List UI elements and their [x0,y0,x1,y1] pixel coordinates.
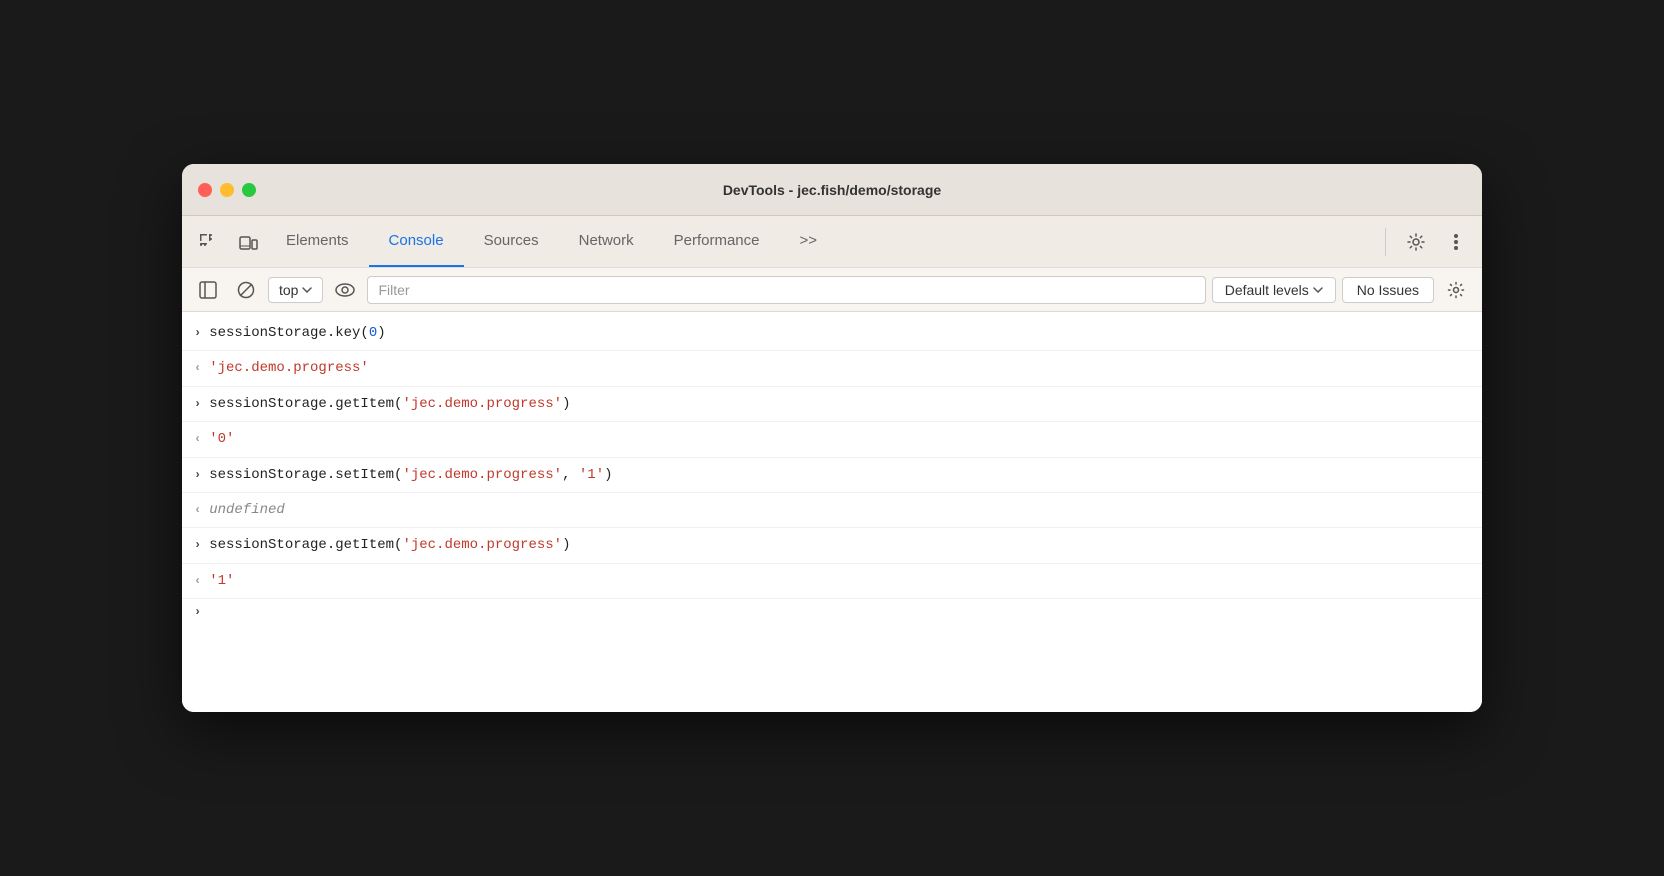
tab-console[interactable]: Console [369,216,464,267]
tab-elements[interactable]: Elements [266,216,369,267]
title-bar: DevTools - jec.fish/demo/storage [182,164,1482,216]
tab-more[interactable]: >> [780,216,838,267]
more-menu-button[interactable] [1438,224,1474,260]
tabs: Elements Console Sources Network Perform… [266,216,1377,267]
console-gear-icon [1447,281,1465,299]
sidebar-toggle-button[interactable] [192,274,224,306]
chevron-down-levels-icon [1313,287,1323,293]
device-mode-icon [238,232,258,252]
clear-icon [237,281,255,299]
filter-input[interactable] [367,276,1205,304]
window-title: DevTools - jec.fish/demo/storage [723,182,941,198]
eye-icon [335,283,355,297]
tab-performance[interactable]: Performance [654,216,780,267]
console-input-line[interactable]: › [182,599,1482,625]
console-line-5: › sessionStorage.setItem('jec.demo.progr… [182,458,1482,493]
settings-button[interactable] [1398,224,1434,260]
inspect-icon [198,232,218,252]
more-dots-icon [1454,233,1458,251]
traffic-lights [198,183,256,197]
arrow-left-4: ‹ [194,430,201,449]
console-line-7: › sessionStorage.getItem('jec.demo.progr… [182,528,1482,563]
arrow-right-7: › [194,536,201,555]
arrow-left-2: ‹ [194,359,201,378]
console-line-1: › sessionStorage.key(0) [182,316,1482,351]
context-label: top [279,282,298,298]
gear-icon [1406,232,1426,252]
tab-sources[interactable]: Sources [464,216,559,267]
console-line-6: ‹ undefined [182,493,1482,528]
inspect-element-button[interactable] [190,224,226,260]
arrow-left-8: ‹ [194,572,201,591]
console-output: › sessionStorage.key(0) ‹ 'jec.demo.prog… [182,312,1482,712]
tab-bar-left-icons [190,224,266,260]
context-selector[interactable]: top [268,277,323,303]
input-cursor: › [194,605,201,619]
arrow-right-5: › [194,466,201,485]
minimize-button[interactable] [220,183,234,197]
sidebar-icon [199,281,217,299]
devtools-window: DevTools - jec.fish/demo/storage [182,164,1482,712]
divider [1385,228,1386,256]
log-levels-selector[interactable]: Default levels [1212,277,1336,303]
arrow-left-6: ‹ [194,501,201,520]
arrow-right-3: › [194,395,201,414]
tab-bar-right-icons [1377,224,1474,260]
console-line-8: ‹ '1' [182,564,1482,599]
tab-network[interactable]: Network [559,216,654,267]
device-mode-button[interactable] [230,224,266,260]
tab-bar: Elements Console Sources Network Perform… [182,216,1482,268]
console-line-2: ‹ 'jec.demo.progress' [182,351,1482,386]
issues-button[interactable]: No Issues [1342,277,1434,303]
console-line-4: ‹ '0' [182,422,1482,457]
console-toolbar: top Default levels No Issues [182,268,1482,312]
maximize-button[interactable] [242,183,256,197]
close-button[interactable] [198,183,212,197]
live-expressions-button[interactable] [329,274,361,306]
console-line-3: › sessionStorage.getItem('jec.demo.progr… [182,387,1482,422]
clear-console-button[interactable] [230,274,262,306]
chevron-down-icon [302,287,312,293]
arrow-right-1: › [194,324,201,343]
console-settings-button[interactable] [1440,274,1472,306]
